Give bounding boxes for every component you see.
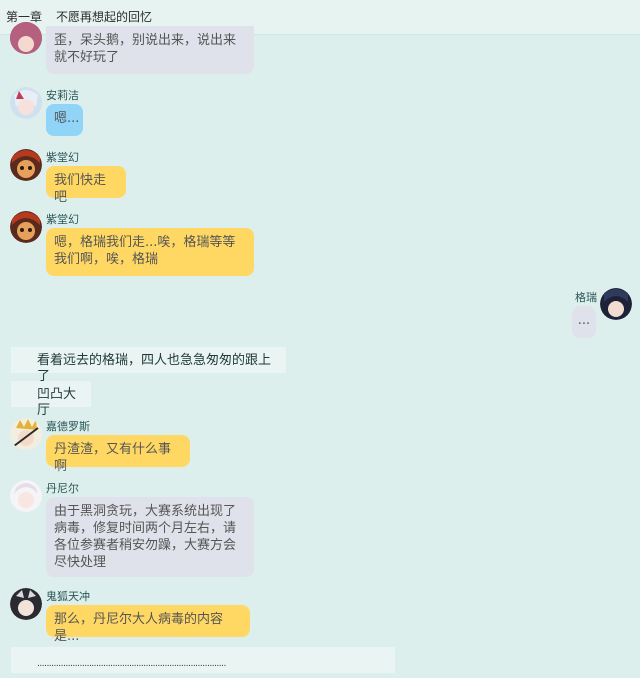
speaker-name: 嘉德罗斯: [46, 420, 90, 433]
message-bubble: 嗯，格瑞我们走...唉，格瑞等等我们啊，唉，格瑞: [46, 228, 254, 276]
avatar[interactable]: [10, 87, 42, 119]
avatar[interactable]: [10, 211, 42, 243]
avatar[interactable]: [10, 588, 42, 620]
avatar[interactable]: [10, 22, 42, 54]
speaker-name: 紫堂幻: [46, 151, 79, 164]
chapter-title: 不愿再想起的回忆: [56, 10, 153, 24]
narration-line: 凹凸大厅: [11, 381, 91, 418]
message-bubble: 由于黑洞贪玩，大赛系统出现了病毒，修复时间两个月左右，请各位参赛者稍安勿躁，大赛…: [46, 497, 254, 577]
message-bubble: 嗯...: [46, 104, 83, 136]
avatar[interactable]: [10, 480, 42, 512]
avatar[interactable]: [10, 418, 42, 450]
narration-line: ........................................…: [11, 647, 395, 673]
message-bubble: 我们快走吧: [46, 166, 126, 205]
speaker-name: 安莉洁: [46, 89, 79, 102]
message-bubble: 歪，呆头鹅，别说出来，说出来就不好玩了: [46, 26, 254, 74]
speaker-name: 紫堂幻: [46, 213, 79, 226]
message-bubble: 丹渣渣，又有什么事啊: [46, 435, 190, 474]
message-bubble: 那么，丹尼尔大人病毒的内容是...: [46, 605, 250, 644]
speaker-name: 丹尼尔: [46, 482, 79, 495]
narration-line: 看着远去的格瑞，四人也急急匆匆的跟上了: [11, 347, 286, 384]
speaker-name: 格瑞: [575, 291, 597, 304]
message-bubble: ...: [572, 306, 596, 338]
avatar[interactable]: [10, 149, 42, 181]
speaker-name: 鬼狐天冲: [46, 590, 90, 603]
avatar[interactable]: [600, 288, 632, 320]
